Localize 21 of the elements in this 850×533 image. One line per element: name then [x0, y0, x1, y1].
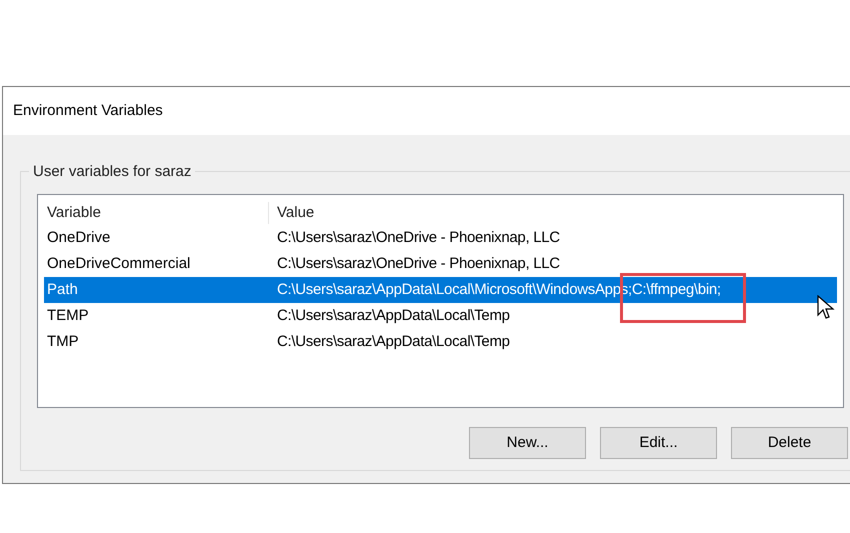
- variable-cell-text: TEMP: [46, 306, 90, 326]
- highlighted-value: ;C:\ffmpeg\bin;: [628, 280, 721, 298]
- column-header[interactable]: Value: [269, 202, 314, 224]
- dialog-button[interactable]: Delete: [731, 427, 848, 459]
- variable-cell-text: OneDriveCommercial: [46, 254, 192, 274]
- column-header[interactable]: Variable: [44, 202, 269, 224]
- dialog-button[interactable]: Edit...: [600, 427, 717, 459]
- value-cell-text: C:\Users\saraz\AppData\Local\Temp: [276, 332, 510, 352]
- table-row[interactable]: OneDriveCommercial C:\Users\saraz\OneDrive - Phoenixnap, LLC: [44, 251, 837, 277]
- value-cell-text: C:\Users\saraz\AppData\Local\Temp: [276, 306, 510, 326]
- value-cell-text: C:\Users\saraz\OneDrive - Phoenixnap, LLC: [276, 228, 560, 248]
- dialog-button[interactable]: New...: [469, 427, 586, 459]
- window-title: Environment Variables: [13, 100, 163, 121]
- variable-cell-text: Path: [46, 280, 79, 300]
- cursor-icon: [817, 295, 835, 321]
- variable-cell-text: OneDrive: [46, 228, 112, 248]
- value-cell-text: C:\Users\saraz\OneDrive - Phoenixnap, LLC: [276, 254, 560, 274]
- table-row[interactable]: OneDrive C:\Users\saraz\OneDrive - Phoenixnap, LLC: [44, 225, 837, 251]
- table-row[interactable]: TEMP C:\Users\saraz\AppData\Local\Temp: [44, 303, 837, 329]
- variable-cell-text: TMP: [46, 332, 80, 352]
- table-row[interactable]: TMP C:\Users\saraz\AppData\Local\Temp: [44, 329, 837, 355]
